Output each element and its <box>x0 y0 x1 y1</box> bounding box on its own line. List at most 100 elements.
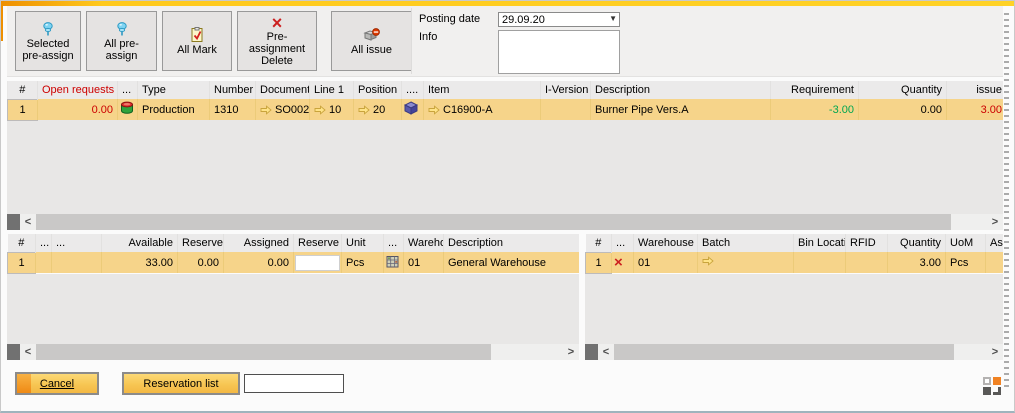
reserve-qty-input[interactable] <box>295 255 340 271</box>
requirement-cell[interactable]: -3.00 <box>771 99 859 120</box>
rfid-cell[interactable] <box>846 252 888 273</box>
col-dots[interactable]: ... <box>384 234 404 252</box>
col-number[interactable]: Number <box>210 81 256 99</box>
scroll-right-button[interactable]: > <box>987 344 1003 360</box>
col-dots[interactable]: ... <box>36 234 52 252</box>
unit-cell[interactable]: Pcs <box>342 252 384 273</box>
scroll-left-button[interactable]: < <box>598 344 614 360</box>
line1-cell[interactable]: 10 <box>310 99 354 120</box>
document-cell[interactable]: SO0026 <box>256 99 310 120</box>
col-item[interactable]: Item <box>424 81 541 99</box>
scroll-right-button[interactable]: > <box>563 344 579 360</box>
reservation-list-button[interactable]: Reservation list <box>122 372 240 395</box>
table-row[interactable]: 1 33.00 0.00 0.00 Pcs 01 General Warehou… <box>8 252 580 273</box>
col-description[interactable]: Description <box>444 234 580 252</box>
col-rfid[interactable]: RFID <box>846 234 888 252</box>
scrollbar-thumb[interactable] <box>36 344 491 360</box>
col-position[interactable]: Position <box>354 81 402 99</box>
selected-pre-assign-button[interactable]: Selected pre-assign <box>15 11 81 71</box>
col-num[interactable]: # <box>586 234 612 252</box>
col-requirement[interactable]: Requirement <box>771 81 859 99</box>
col-reserve[interactable]: Reserve <box>294 234 342 252</box>
link-arrow-icon[interactable] <box>314 105 326 115</box>
col-warehouse[interactable]: Warehouse <box>634 234 698 252</box>
col-quantity[interactable]: Quantity <box>888 234 946 252</box>
col-assigned[interactable]: Assigned <box>224 234 294 252</box>
reserved-cell[interactable]: 0.00 <box>178 252 224 273</box>
cancel-button[interactable]: Cancel <box>15 372 99 395</box>
link-arrow-icon[interactable] <box>702 256 714 266</box>
open-requests-cell[interactable]: 0.00 <box>38 99 118 120</box>
row-number[interactable]: 1 <box>8 99 38 120</box>
footer-text-input[interactable] <box>244 374 344 393</box>
scroll-left-button[interactable]: < <box>20 344 36 360</box>
allocation-header-row: # ... Warehouse Batch Bin Location RFID … <box>586 234 1004 252</box>
col-reserved[interactable]: Reserved <box>178 234 224 252</box>
number-cell[interactable]: 1310 <box>210 99 256 120</box>
availability-scrollbar[interactable]: < > <box>7 344 579 360</box>
col-document[interactable]: Document <box>256 81 310 99</box>
delete-row-cell[interactable]: × <box>612 252 634 273</box>
col-uom[interactable]: UoM <box>946 234 986 252</box>
col-i-version[interactable]: I-Version <box>541 81 591 99</box>
col-batch[interactable]: Batch <box>698 234 794 252</box>
pre-assignment-delete-button[interactable]: × Pre-assignment Delete <box>237 11 317 71</box>
col-dots2[interactable]: .... <box>402 81 424 99</box>
description-cell[interactable]: Burner Pipe Vers.A <box>591 99 771 120</box>
link-arrow-icon[interactable] <box>358 105 370 115</box>
col-line1[interactable]: Line 1 <box>310 81 354 99</box>
col-issue[interactable]: issue <box>947 81 1004 99</box>
col-unit[interactable]: Unit <box>342 234 384 252</box>
window-edge-grip[interactable] <box>1004 13 1009 387</box>
col-bin-location[interactable]: Bin Location <box>794 234 846 252</box>
all-pre-assign-button[interactable]: All pre-assign <box>86 11 157 71</box>
row-number[interactable]: 1 <box>8 252 36 273</box>
col-open-requests[interactable]: Open requests <box>38 81 118 99</box>
chevron-down-icon[interactable]: ▼ <box>609 14 617 23</box>
all-issue-button[interactable]: All issue <box>331 11 412 71</box>
scrollbar-thumb[interactable] <box>614 344 954 360</box>
issue-cell[interactable]: 3.00 <box>947 99 1004 120</box>
all-mark-button[interactable]: All Mark <box>162 11 232 71</box>
red-x-icon[interactable]: × <box>614 254 623 271</box>
col-description[interactable]: Description <box>591 81 771 99</box>
scroll-left-button[interactable]: < <box>20 214 36 230</box>
requests-table-scrollbar[interactable]: < > <box>7 214 1003 230</box>
available-cell[interactable]: 33.00 <box>102 252 178 273</box>
warehouse-cell[interactable]: 01 <box>634 252 698 273</box>
scrollbar-thumb[interactable] <box>36 214 951 230</box>
col-assigned[interactable]: As <box>986 234 1004 252</box>
quantity-cell[interactable]: 3.00 <box>888 252 946 273</box>
table-row[interactable]: 1 0.00 Production 1310 SO0026 10 20 C169… <box>8 99 1004 120</box>
col-dots[interactable]: ... <box>52 234 102 252</box>
col-warehouse[interactable]: Warehouse <box>404 234 444 252</box>
type-cell[interactable]: Production <box>138 99 210 120</box>
col-num[interactable]: # <box>8 81 38 99</box>
position-cell[interactable]: 20 <box>354 99 402 120</box>
allocation-scrollbar[interactable]: < > <box>585 344 1003 360</box>
i-version-cell[interactable] <box>541 99 591 120</box>
reserve-cell[interactable] <box>294 252 342 273</box>
link-arrow-icon[interactable] <box>428 105 440 115</box>
quantity-cell[interactable]: 0.00 <box>859 99 947 120</box>
warehouse-cell[interactable]: 01 <box>404 252 444 273</box>
col-quantity[interactable]: Quantity <box>859 81 947 99</box>
warehouse-desc-cell[interactable]: General Warehouse <box>444 252 580 273</box>
col-dots[interactable]: ... <box>118 81 138 99</box>
batch-cell[interactable] <box>698 252 794 273</box>
row-number[interactable]: 1 <box>586 252 612 273</box>
item-cell[interactable]: C16900-A <box>424 99 541 120</box>
col-num[interactable]: # <box>8 234 36 252</box>
col-dots[interactable]: ... <box>612 234 634 252</box>
resize-grip-icon[interactable] <box>983 377 1001 395</box>
scroll-right-button[interactable]: > <box>987 214 1003 230</box>
posting-date-dropdown[interactable]: 29.09.20 ▼ <box>498 12 620 27</box>
uom-cell[interactable]: Pcs <box>946 252 986 273</box>
col-type[interactable]: Type <box>138 81 210 99</box>
table-row[interactable]: 1 × 01 3.00 Pcs <box>586 252 1004 273</box>
bin-location-cell[interactable] <box>794 252 846 273</box>
col-available[interactable]: Available <box>102 234 178 252</box>
info-input[interactable] <box>498 30 620 74</box>
assigned-cell[interactable]: 0.00 <box>224 252 294 273</box>
link-arrow-icon[interactable] <box>260 105 272 115</box>
